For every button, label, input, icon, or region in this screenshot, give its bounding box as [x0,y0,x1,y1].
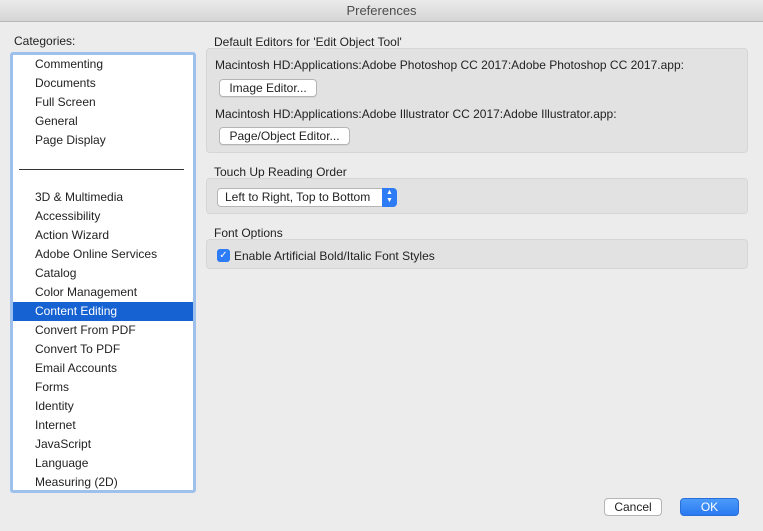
category-item[interactable]: Full Screen [13,93,193,112]
category-item[interactable]: Forms [13,378,193,397]
category-item[interactable]: Documents [13,74,193,93]
font-options-title: Font Options [214,226,283,240]
editors-group: Macintosh HD:Applications:Adobe Photosho… [206,48,748,153]
categories-divider [19,169,184,170]
category-item[interactable]: Convert To PDF [13,340,193,359]
main-categories-group: 3D & Multimedia Accessibility Action Wizar… [13,188,193,493]
font-options-group: ✓ Enable Artificial Bold/Italic Font Sty… [206,239,748,269]
category-item[interactable]: Measuring (2D) [13,473,193,490]
cancel-button[interactable]: Cancel [604,498,662,516]
category-item[interactable]: Action Wizard [13,226,193,245]
category-item[interactable]: Internet [13,416,193,435]
categories-label: Categories: [14,34,76,48]
image-editor-button[interactable]: Image Editor... [219,79,317,97]
page-editor-path: Macintosh HD:Applications:Adobe Illustra… [215,107,617,121]
enable-bold-italic-label[interactable]: Enable Artificial Bold/Italic Font Style… [234,249,435,263]
category-item[interactable]: Email Accounts [13,359,193,378]
category-item[interactable]: Identity [13,397,193,416]
category-item[interactable]: JavaScript [13,435,193,454]
categories-divider-wrap [13,150,193,188]
category-item[interactable]: Page Display [13,131,193,150]
image-editor-path: Macintosh HD:Applications:Adobe Photosho… [215,58,684,72]
categories-list[interactable]: Commenting Documents Full Screen General Pag… [10,52,196,493]
editors-section-title: Default Editors for 'Edit Object Tool' [214,35,402,49]
category-item[interactable]: Language [13,454,193,473]
category-item[interactable]: Content Editing [13,302,193,321]
ok-button[interactable]: OK [680,498,739,516]
category-item[interactable]: Catalog [13,264,193,283]
window-title: Preferences [0,0,763,22]
reading-order-group: Left to Right, Top to Bottom ▲ ▼ [206,178,748,214]
category-item[interactable]: General [13,112,193,131]
enable-bold-italic-checkbox[interactable]: ✓ [217,249,230,262]
category-item[interactable]: Color Management [13,283,193,302]
reading-order-select[interactable]: Left to Right, Top to Bottom ▲ ▼ [217,188,397,207]
category-item[interactable]: Accessibility [13,207,193,226]
category-item[interactable]: Convert From PDF [13,321,193,340]
reading-order-value: Left to Right, Top to Bottom [225,190,371,204]
category-item[interactable]: Adobe Online Services [13,245,193,264]
category-item[interactable]: Commenting [13,55,193,74]
select-arrows-icon: ▲ ▼ [382,188,397,207]
top-categories-group: Commenting Documents Full Screen General Pag… [13,55,193,150]
page-object-editor-button[interactable]: Page/Object Editor... [219,127,350,145]
reading-order-title: Touch Up Reading Order [214,165,347,179]
category-item[interactable]: 3D & Multimedia [13,188,193,207]
checkmark-icon: ✓ [219,250,228,261]
category-item[interactable]: Measuring (3D) [13,492,193,493]
